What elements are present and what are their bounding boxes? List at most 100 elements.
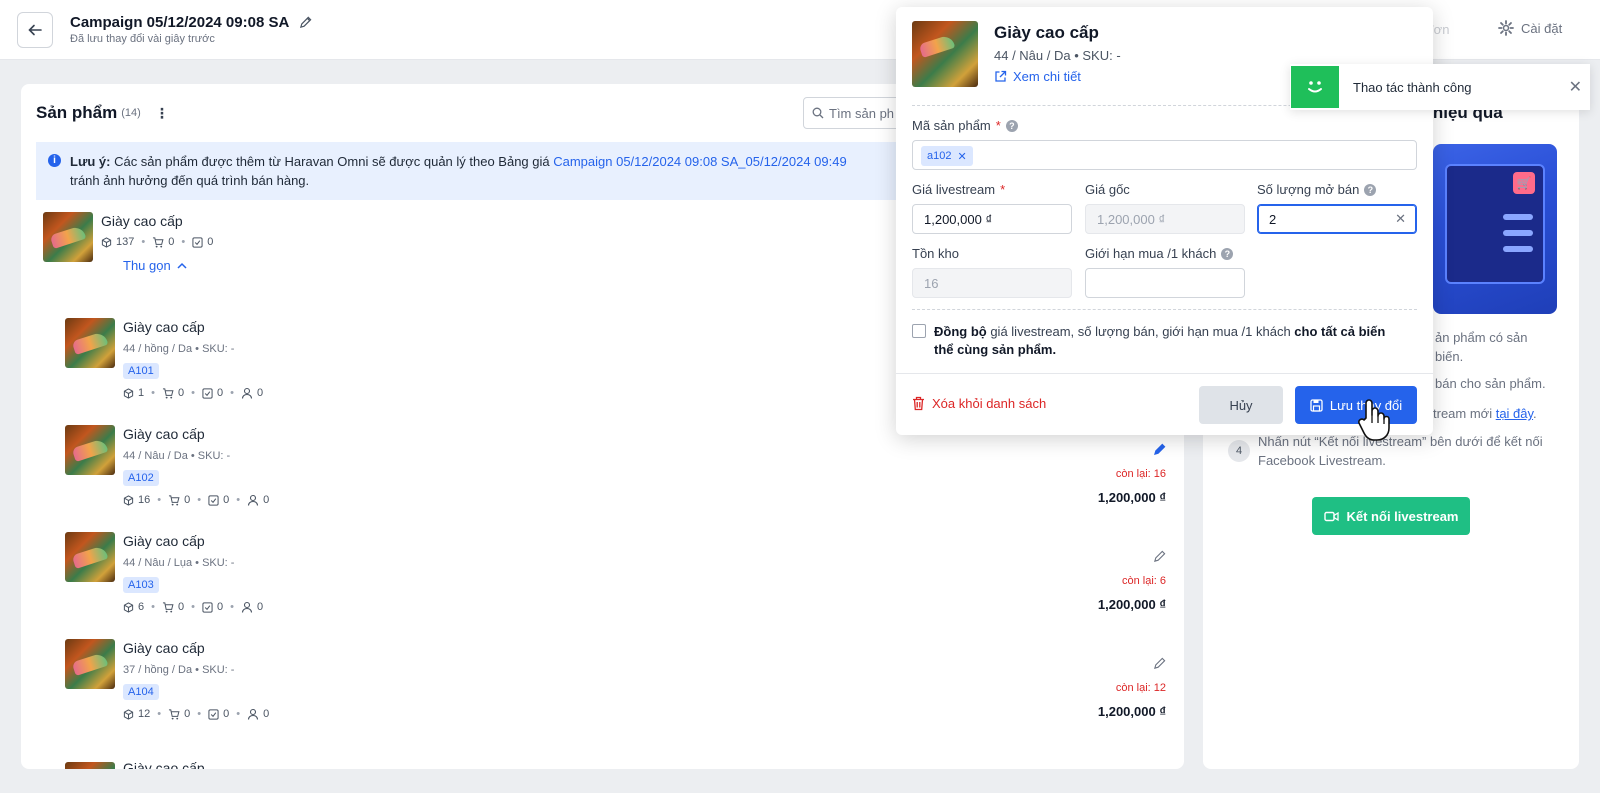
campaign-title: Campaign 05/12/2024 09:08 SA bbox=[70, 14, 290, 31]
save-icon bbox=[1310, 398, 1323, 412]
variant-price: 1,200,000 ₫ bbox=[1097, 597, 1166, 612]
product-thumbnail bbox=[912, 21, 978, 87]
product-thumbnail bbox=[65, 318, 115, 368]
variant-name: Giày cao cấp bbox=[123, 426, 205, 442]
pencil-icon[interactable] bbox=[299, 16, 312, 29]
edit-pencil-icon[interactable] bbox=[1153, 443, 1166, 456]
trash-icon bbox=[913, 396, 924, 411]
box-icon bbox=[101, 236, 112, 248]
edit-pencil-icon[interactable] bbox=[1153, 550, 1166, 563]
variant-options: 44 / hồng / Da • SKU: - bbox=[123, 343, 235, 355]
checkbox-icon bbox=[208, 708, 219, 720]
ordered-stat: 0 bbox=[202, 387, 223, 399]
buyers-stat: 0 bbox=[247, 494, 269, 506]
help-icon[interactable]: ? bbox=[1221, 247, 1234, 260]
smile-icon bbox=[1291, 66, 1339, 108]
ordered-stat: 0 bbox=[208, 708, 229, 720]
live-price-input[interactable]: 1,200,000 ₫ bbox=[912, 204, 1072, 234]
search-icon bbox=[812, 107, 824, 119]
variant-name: Giày cao cấp bbox=[123, 319, 205, 335]
stock-stat: 6 bbox=[123, 601, 144, 613]
open-qty-input[interactable]: 2 ✕ bbox=[1257, 204, 1417, 234]
popover-variant: 44 / Nâu / Da • SKU: - bbox=[994, 48, 1121, 63]
cart-stat: 0 bbox=[162, 601, 184, 613]
page-title: Campaign 05/12/2024 09:08 SA bbox=[70, 14, 312, 31]
product-code-field[interactable]: a102 ✕ bbox=[912, 140, 1417, 170]
stock-input: 16 bbox=[912, 268, 1072, 298]
guide-illustration: 🛒 bbox=[1433, 144, 1557, 314]
stock-stat: 12 bbox=[123, 708, 150, 720]
notice-text: Các sản phẩm được thêm từ Haravan Omni s… bbox=[110, 154, 554, 169]
success-toast: Thao tác thành công ✕ bbox=[1290, 64, 1590, 110]
product-thumbnail bbox=[65, 425, 115, 475]
illustration-row bbox=[1503, 214, 1533, 220]
limit-input[interactable] bbox=[1085, 268, 1245, 298]
ordered-stat: 0 bbox=[202, 601, 223, 613]
stock-stat: 137 bbox=[101, 236, 134, 248]
info-icon: i bbox=[48, 154, 61, 167]
variant-stats: 1 • 0 • 0 • 0 bbox=[123, 387, 263, 399]
cancel-button[interactable]: Hủy bbox=[1199, 386, 1283, 424]
checkbox-icon bbox=[202, 387, 213, 399]
settings-button[interactable]: Cài đặt bbox=[1498, 20, 1562, 36]
cart-icon: 🛒 bbox=[1513, 172, 1535, 194]
sync-label: Đồng bộ giá livestream, số lượng bán, gi… bbox=[934, 324, 1386, 357]
buyers-stat: 0 bbox=[241, 601, 263, 613]
notice-label: Lưu ý: bbox=[70, 154, 111, 169]
box-icon bbox=[123, 387, 134, 399]
notice-campaign-link[interactable]: Campaign 05/12/2024 09:08 SA_05/12/2024 … bbox=[553, 154, 846, 169]
variant-options: 44 / Nâu / Lụa • SKU: - bbox=[123, 557, 235, 569]
remaining-stock: còn lại: 12 bbox=[1115, 682, 1166, 694]
orig-price-input: 1,200,000 ₫ bbox=[1085, 204, 1245, 234]
connect-livestream-button[interactable]: Kết nối livestream bbox=[1312, 497, 1470, 535]
stock-label: Tồn kho bbox=[912, 246, 959, 261]
popover-footer: Xóa khỏi danh sách Hủy Lưu thay đổi bbox=[896, 373, 1433, 435]
product-thumbnail bbox=[65, 639, 115, 689]
variant-options: 37 / hồng / Da • SKU: - bbox=[123, 664, 235, 676]
buyers-stat: 0 bbox=[247, 708, 269, 720]
variant-price: 1,200,000 ₫ bbox=[1097, 490, 1166, 505]
save-status: Đã lưu thay đổi vài giây trước bbox=[70, 33, 215, 45]
help-icon[interactable]: ? bbox=[1005, 119, 1018, 132]
guide-step-1: ản phẩm có sản biến. bbox=[1435, 330, 1528, 364]
stock-stat: 1 bbox=[123, 387, 144, 399]
box-icon bbox=[123, 708, 134, 720]
toast-message: Thao tác thành công bbox=[1353, 79, 1472, 95]
remove-chip-icon[interactable]: ✕ bbox=[957, 150, 966, 163]
settings-label: Cài đặt bbox=[1521, 20, 1563, 36]
cart-icon bbox=[153, 236, 164, 248]
box-icon bbox=[123, 494, 134, 506]
here-link[interactable]: tại đây bbox=[1496, 406, 1533, 421]
illustration-row bbox=[1503, 230, 1533, 236]
delete-label: Xóa khỏi danh sách bbox=[932, 396, 1047, 411]
product-thumbnail bbox=[65, 762, 115, 769]
user-icon bbox=[241, 601, 253, 613]
view-detail-link[interactable]: Xem chi tiết bbox=[994, 69, 1081, 84]
more-options-icon[interactable]: ⋮ bbox=[155, 105, 169, 122]
collapse-label: Thu gọn bbox=[123, 258, 171, 273]
edit-pencil-icon[interactable] bbox=[1153, 657, 1166, 670]
cart-stat: 0 bbox=[168, 494, 190, 506]
help-icon[interactable]: ? bbox=[1364, 183, 1377, 196]
collapse-toggle[interactable]: Thu gọn bbox=[123, 258, 187, 273]
clear-icon[interactable]: ✕ bbox=[1395, 211, 1406, 227]
code-chip[interactable]: a102 ✕ bbox=[921, 146, 973, 166]
parent-product-name: Giày cao cấp bbox=[101, 213, 183, 229]
ordered-stat: 0 bbox=[208, 494, 229, 506]
box-icon bbox=[123, 601, 134, 613]
back-button[interactable] bbox=[17, 12, 53, 48]
checkbox-icon bbox=[208, 494, 219, 506]
remove-from-list-button[interactable]: Xóa khỏi danh sách bbox=[912, 396, 1046, 411]
stock-stat: 16 bbox=[123, 494, 150, 506]
hand-cursor-icon bbox=[1358, 399, 1390, 441]
variant-stats: 12 • 0 • 0 • 0 bbox=[123, 708, 269, 720]
parent-stats: 137 • 0 • 0 bbox=[101, 236, 213, 248]
variant-code-tag: A103 bbox=[123, 577, 159, 593]
variant-stats: 16 • 0 • 0 • 0 bbox=[123, 494, 269, 506]
open-qty-label: Số lượng mở bán? bbox=[1257, 182, 1377, 197]
guide-step-4: Nhấn nút “Kết nối livestream” bên dưới đ… bbox=[1258, 434, 1543, 468]
video-camera-icon bbox=[1323, 511, 1339, 521]
close-icon[interactable]: ✕ bbox=[1569, 77, 1582, 97]
cart-icon bbox=[162, 601, 174, 613]
sync-checkbox[interactable] bbox=[912, 324, 926, 338]
